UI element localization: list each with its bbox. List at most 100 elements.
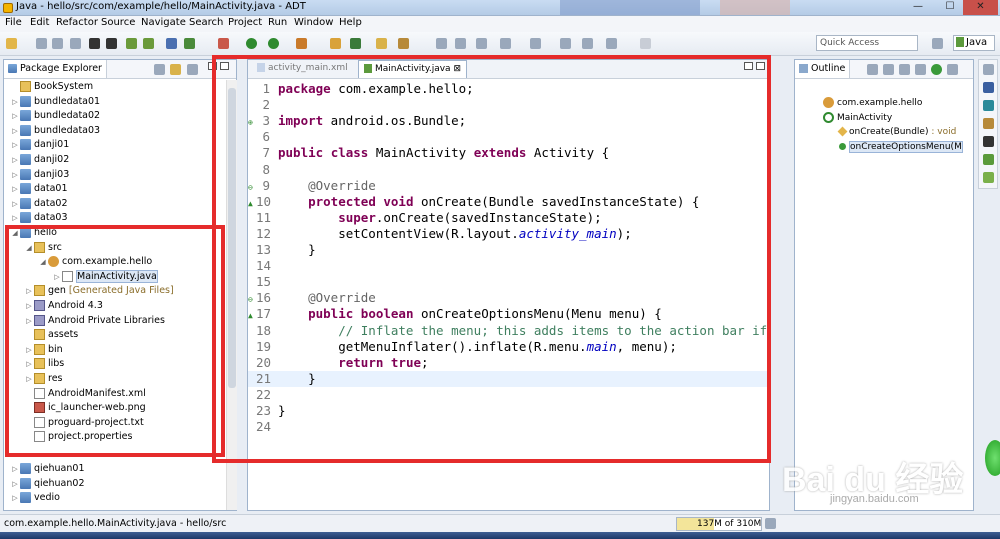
- tree-item[interactable]: assets: [24, 328, 78, 342]
- collapse-icon[interactable]: ◢: [10, 226, 20, 240]
- tab-activity-main-xml[interactable]: activity_main.xml: [252, 60, 353, 78]
- expand-icon[interactable]: ▷: [10, 95, 20, 109]
- menu-help[interactable]: Help: [339, 17, 362, 28]
- javadoc-icon[interactable]: [983, 100, 994, 111]
- logcat-icon[interactable]: [983, 154, 994, 165]
- minimize-view-icon[interactable]: [208, 62, 217, 70]
- code-line[interactable]: 15: [248, 274, 771, 290]
- expand-icon[interactable]: ▷: [10, 477, 20, 491]
- code-line[interactable]: ⊖ 9 @Override: [248, 178, 771, 194]
- code-line[interactable]: ▲ 17 public boolean onCreateOptionsMenu(M…: [248, 306, 771, 322]
- code-line[interactable]: ⊕ 3 import android.os.Bundle;: [248, 113, 771, 129]
- close-tab-icon[interactable]: ⊠: [453, 64, 461, 74]
- tree-item[interactable]: ▷ qiehuan01: [10, 462, 85, 476]
- tree-item[interactable]: ▷ qiehuan02: [10, 477, 85, 491]
- package-explorer-scrollbar[interactable]: [226, 80, 237, 510]
- run-icon[interactable]: [246, 38, 257, 49]
- code-line[interactable]: 22: [248, 387, 771, 403]
- outline-item[interactable]: onCreateOptionsMenu(M: [839, 140, 963, 154]
- declaration-icon[interactable]: [983, 118, 994, 129]
- print-icon[interactable]: [70, 38, 81, 49]
- tab-main-activity-java[interactable]: MainActivity.java ⊠: [358, 60, 467, 78]
- next-annotation-icon[interactable]: [500, 38, 511, 49]
- expand-icon[interactable]: ▷: [24, 299, 34, 313]
- tree-item[interactable]: ▷ Android 4.3: [24, 299, 103, 313]
- code-line[interactable]: 1 package com.example.hello;: [248, 81, 771, 97]
- menu-file[interactable]: File: [5, 17, 22, 28]
- tree-item[interactable]: ▷ Android Private Libraries: [24, 314, 165, 328]
- tree-item[interactable]: ▷ gen [Generated Java Files]: [24, 284, 174, 298]
- maximize-view-icon[interactable]: [220, 62, 229, 70]
- last-edit-icon[interactable]: [606, 38, 617, 49]
- code-line[interactable]: ▲ 10 protected void onCreate(Bundle saved…: [248, 194, 771, 210]
- collapse-icon[interactable]: ◢: [38, 255, 48, 269]
- code-line[interactable]: 8: [248, 162, 771, 178]
- expand-icon[interactable]: ▷: [10, 124, 20, 138]
- tree-item[interactable]: ◢ src: [24, 241, 62, 255]
- save-all-icon[interactable]: [52, 38, 63, 49]
- menu-refactor[interactable]: Refactor: [56, 17, 98, 28]
- tree-item[interactable]: ▷ data03: [10, 211, 68, 225]
- collapse-all-icon[interactable]: [154, 64, 165, 75]
- tab-outline[interactable]: Outline: [795, 60, 851, 78]
- code-line[interactable]: 18 // Inflate the menu; this adds items …: [248, 323, 771, 339]
- new-java-project-icon[interactable]: [330, 38, 341, 49]
- tree-item[interactable]: ▷ MainActivity.java: [52, 269, 158, 284]
- forward-icon[interactable]: [582, 38, 593, 49]
- expand-icon[interactable]: ▷: [10, 211, 20, 225]
- menu-navigate[interactable]: Navigate: [141, 17, 186, 28]
- code-line[interactable]: 21 }: [248, 370, 771, 387]
- tree-item[interactable]: ▷ danji01: [10, 138, 69, 152]
- code-line[interactable]: 24: [248, 419, 771, 435]
- code-line[interactable]: 11 super.onCreate(savedInstanceState);: [248, 210, 771, 226]
- java-perspective-button[interactable]: Java: [953, 35, 995, 51]
- tree-item[interactable]: AndroidManifest.xml: [24, 387, 146, 401]
- code-line[interactable]: 2: [248, 97, 771, 113]
- expand-icon[interactable]: ▷: [24, 357, 34, 371]
- tree-item[interactable]: ▷ data01: [10, 182, 68, 196]
- expand-icon[interactable]: ▷: [10, 182, 20, 196]
- code-line[interactable]: 12 setContentView(R.layout.activity_main…: [248, 226, 771, 242]
- expand-icon[interactable]: ▷: [10, 462, 20, 476]
- expand-icon[interactable]: ▷: [10, 109, 20, 123]
- maximize-window-button[interactable]: ☐: [935, 0, 965, 15]
- menu-search[interactable]: Search: [189, 17, 223, 28]
- outline-item[interactable]: onCreate(Bundle) : void: [837, 125, 956, 139]
- search-icon[interactable]: [398, 38, 409, 49]
- expand-icon[interactable]: ▷: [24, 284, 34, 298]
- expand-icon[interactable]: ▷: [10, 491, 20, 505]
- check-icon[interactable]: [184, 38, 195, 49]
- code-line[interactable]: 14: [248, 258, 771, 274]
- tree-item[interactable]: ▷ bin: [24, 343, 63, 357]
- scrollbar-thumb[interactable]: [228, 88, 236, 388]
- sort-icon[interactable]: [867, 64, 878, 75]
- console-icon[interactable]: [983, 136, 994, 147]
- tree-item[interactable]: ▷ bundledata01: [10, 95, 100, 109]
- annotation-icon[interactable]: [455, 38, 466, 49]
- code-line[interactable]: 20 return true;: [248, 355, 771, 371]
- import-icon[interactable]: [89, 38, 100, 49]
- pin-editor-icon[interactable]: [640, 38, 651, 49]
- expand-icon[interactable]: ▷: [10, 197, 20, 211]
- tree-item[interactable]: ▷ bundledata03: [10, 124, 100, 138]
- menu-window[interactable]: Window: [294, 17, 333, 28]
- expand-icon[interactable]: ▷: [10, 138, 20, 152]
- open-perspective-icon[interactable]: [932, 38, 943, 49]
- code-line[interactable]: 7 public class MainActivity extends Activ…: [248, 145, 771, 161]
- menu-source[interactable]: Source: [101, 17, 135, 28]
- view-menu-icon[interactable]: [947, 64, 958, 75]
- collapse-icon[interactable]: ◢: [24, 241, 34, 255]
- tree-item[interactable]: ◢ com.example.hello: [38, 255, 152, 269]
- view-menu-icon[interactable]: [187, 64, 198, 75]
- toggle-mark-icon[interactable]: [436, 38, 447, 49]
- tree-item[interactable]: ▷ bundledata02: [10, 109, 100, 123]
- garbage-collect-icon[interactable]: [765, 518, 776, 529]
- tree-item[interactable]: ◢ hello: [10, 226, 57, 240]
- lint-icon[interactable]: [166, 38, 177, 49]
- hide-nonpublic-icon[interactable]: [915, 64, 926, 75]
- tree-item[interactable]: project.properties: [24, 430, 132, 444]
- minimize-window-button[interactable]: —: [903, 0, 933, 15]
- tree-item[interactable]: ▷ res: [24, 372, 63, 386]
- hide-local-types-icon[interactable]: [931, 64, 942, 75]
- tree-item[interactable]: ▷ danji03: [10, 168, 69, 182]
